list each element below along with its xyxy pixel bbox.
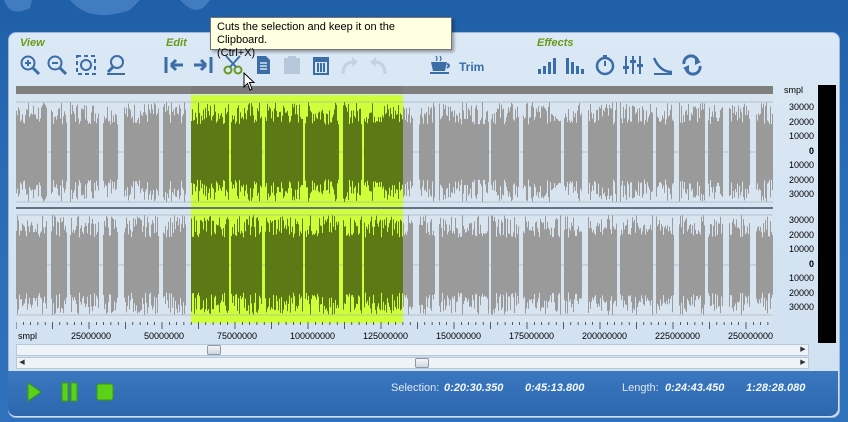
- amplitude-tick-label: 30000: [788, 102, 814, 112]
- amplitude-tick-label: 10000: [788, 160, 814, 170]
- zoom-fit-icon[interactable]: [74, 52, 98, 78]
- amplitude-tick-label: 20000: [788, 229, 814, 240]
- mouse-cursor-icon: [243, 72, 256, 91]
- effects-group-label: Effects: [537, 37, 574, 49]
- time-tick-label: 150000000: [436, 331, 482, 341]
- horizontal-position-scrollbar[interactable]: ◀ ▶: [16, 357, 809, 369]
- amplitude-tick-label: 20000: [788, 174, 814, 185]
- scroll-right-arrow-2[interactable]: ▶: [798, 358, 808, 368]
- overview-selection: [191, 86, 403, 94]
- time-tick-label: 175000000: [509, 331, 555, 341]
- selection-start-value: 0:20:30.350: [444, 382, 504, 394]
- fade-icon[interactable]: [651, 52, 675, 78]
- time-tick-label: 250000000: [728, 331, 774, 341]
- select-end-icon[interactable]: [190, 52, 214, 78]
- pause-button[interactable]: [61, 382, 79, 407]
- play-button[interactable]: [26, 382, 42, 407]
- amplitude-scale: 30000 20000 10000 0 10000 20000 30000 30000 2000…: [774, 95, 816, 323]
- amplitude-tick-label: 0: [808, 145, 814, 156]
- normalize-icon[interactable]: [563, 52, 587, 78]
- amplitude-tick-label: 20000: [788, 116, 814, 127]
- time-tick-label: 50000000: [144, 331, 185, 341]
- overview-bar[interactable]: [16, 86, 773, 94]
- amplitude-tick-label: 10000: [788, 273, 814, 283]
- horizontal-zoom-scrollbar[interactable]: ▶: [16, 344, 809, 356]
- position-scroll-thumb[interactable]: [415, 358, 429, 368]
- zoom-out-icon[interactable]: [45, 52, 69, 78]
- time-scale: smpl 25000000 50000000 75000000 100000000 12…: [16, 322, 773, 342]
- time-tick-label: 200000000: [582, 331, 628, 341]
- time-tick-label: 125000000: [363, 331, 409, 341]
- time-tick-label: 75000000: [217, 331, 258, 341]
- time-tick-label: 25000000: [71, 331, 112, 341]
- trim-button-label[interactable]: Trim: [459, 60, 484, 74]
- level-meter: [818, 85, 836, 343]
- time-tick-label: 100000000: [290, 331, 336, 341]
- stop-button[interactable]: [96, 383, 114, 406]
- scroll-right-arrow[interactable]: ▶: [798, 345, 808, 355]
- cut-tooltip: Cuts the selection and keep it on the Cl…: [210, 17, 452, 59]
- length-value: 0:24:43.450: [665, 382, 725, 394]
- amplitude-tick-label: 10000: [788, 244, 814, 254]
- length-label: Length:: [622, 382, 659, 394]
- edit-group-label: Edit: [166, 37, 187, 49]
- amplitude-tick-label: 0: [808, 258, 814, 269]
- reverse-icon[interactable]: [680, 52, 704, 78]
- total-length-value: 1:28:28.080: [746, 382, 806, 394]
- zoom-selection-icon[interactable]: [104, 52, 128, 78]
- amplitude-tick-label: 30000: [788, 189, 814, 199]
- amplitude-unit-label: smpl: [784, 85, 804, 95]
- amplitude-tick-label: 30000: [788, 215, 814, 225]
- waveform-view[interactable]: [16, 95, 773, 323]
- tooltip-line-1: Cuts the selection and keep it on the Cl…: [217, 21, 395, 46]
- view-group-label: View: [20, 37, 45, 49]
- time-unit-label: smpl: [18, 331, 38, 341]
- selection-label: Selection:: [391, 382, 440, 394]
- zoom-scroll-thumb[interactable]: [207, 345, 221, 355]
- select-start-icon[interactable]: [163, 52, 187, 78]
- scroll-left-arrow[interactable]: ◀: [17, 358, 27, 368]
- amplitude-tick-label: 20000: [788, 287, 814, 298]
- amplitude-tick-label: 10000: [788, 131, 814, 141]
- selection-end-value: 0:45:13.800: [525, 382, 585, 394]
- tooltip-line-2: (Ctrl+X): [217, 47, 256, 59]
- amplitude-tick-label: 30000: [788, 302, 814, 312]
- channel-right-waveform: [16, 214, 773, 316]
- tempo-icon[interactable]: [593, 52, 617, 78]
- equalizer-icon[interactable]: [621, 52, 645, 78]
- amplify-icon[interactable]: [535, 52, 559, 78]
- zoom-in-icon[interactable]: [18, 52, 42, 78]
- time-tick-label: 225000000: [655, 331, 701, 341]
